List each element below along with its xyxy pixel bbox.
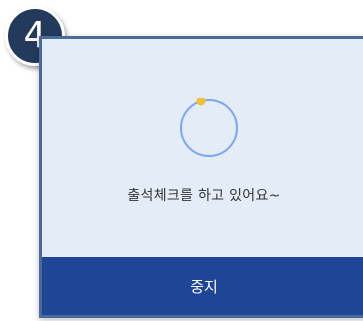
stop-button-label: 중지 [190,277,218,296]
spinner-dot [196,98,206,106]
stop-button[interactable]: 중지 [42,257,363,315]
attendance-check-dialog: 출석체크를 하고 있어요~ 중지 [39,36,363,318]
status-message: 출석체크를 하고 있어요~ [127,188,281,204]
spinner-ring [180,99,238,157]
loading-spinner-icon [179,98,239,158]
